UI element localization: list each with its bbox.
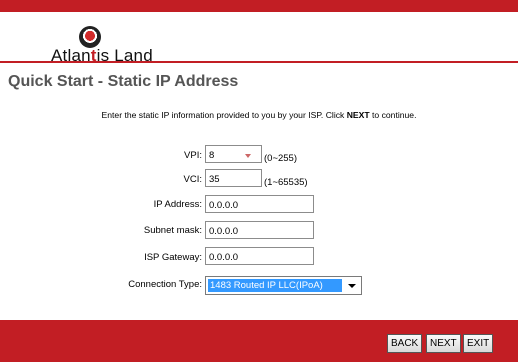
logo-mark-icon [79,26,101,48]
brand-name: Atlantis Land [51,46,153,65]
isp-gateway-input[interactable] [205,247,314,265]
vpi-range-hint: (0~255) [264,153,298,164]
exit-button[interactable]: EXIT [463,334,494,353]
ip-address-input[interactable] [205,195,314,213]
next-button[interactable]: NEXT [426,334,461,353]
brand-logo: Atlantis Land [0,12,518,65]
vci-label: VCI: [183,174,202,185]
instructions-text: Enter the static IP information provided… [101,110,417,120]
connection-type-label: Connection Type: [128,279,202,290]
chevron-down-icon[interactable] [344,277,361,294]
vpi-input[interactable] [205,145,262,163]
vci-input[interactable] [205,169,262,187]
vpi-label: VPI: [184,150,202,161]
ip-address-label: IP Address: [153,199,202,210]
subnet-mask-input[interactable] [205,221,314,239]
subnet-mask-label: Subnet mask: [143,225,202,236]
connection-type-selected: 1483 Routed IP LLC(IPoA) [208,279,342,292]
isp-gateway-label: ISP Gateway: [144,252,202,263]
page-title: Quick Start - Static IP Address [8,73,239,90]
header-divider [0,61,518,63]
back-button[interactable]: BACK [387,334,423,353]
vci-range-hint: (1~65535) [264,177,308,188]
header-top-bar [0,0,518,12]
connection-type-select[interactable]: 1483 Routed IP LLC(IPoA) [205,276,362,295]
vpi-dropdown-icon[interactable] [243,153,253,161]
